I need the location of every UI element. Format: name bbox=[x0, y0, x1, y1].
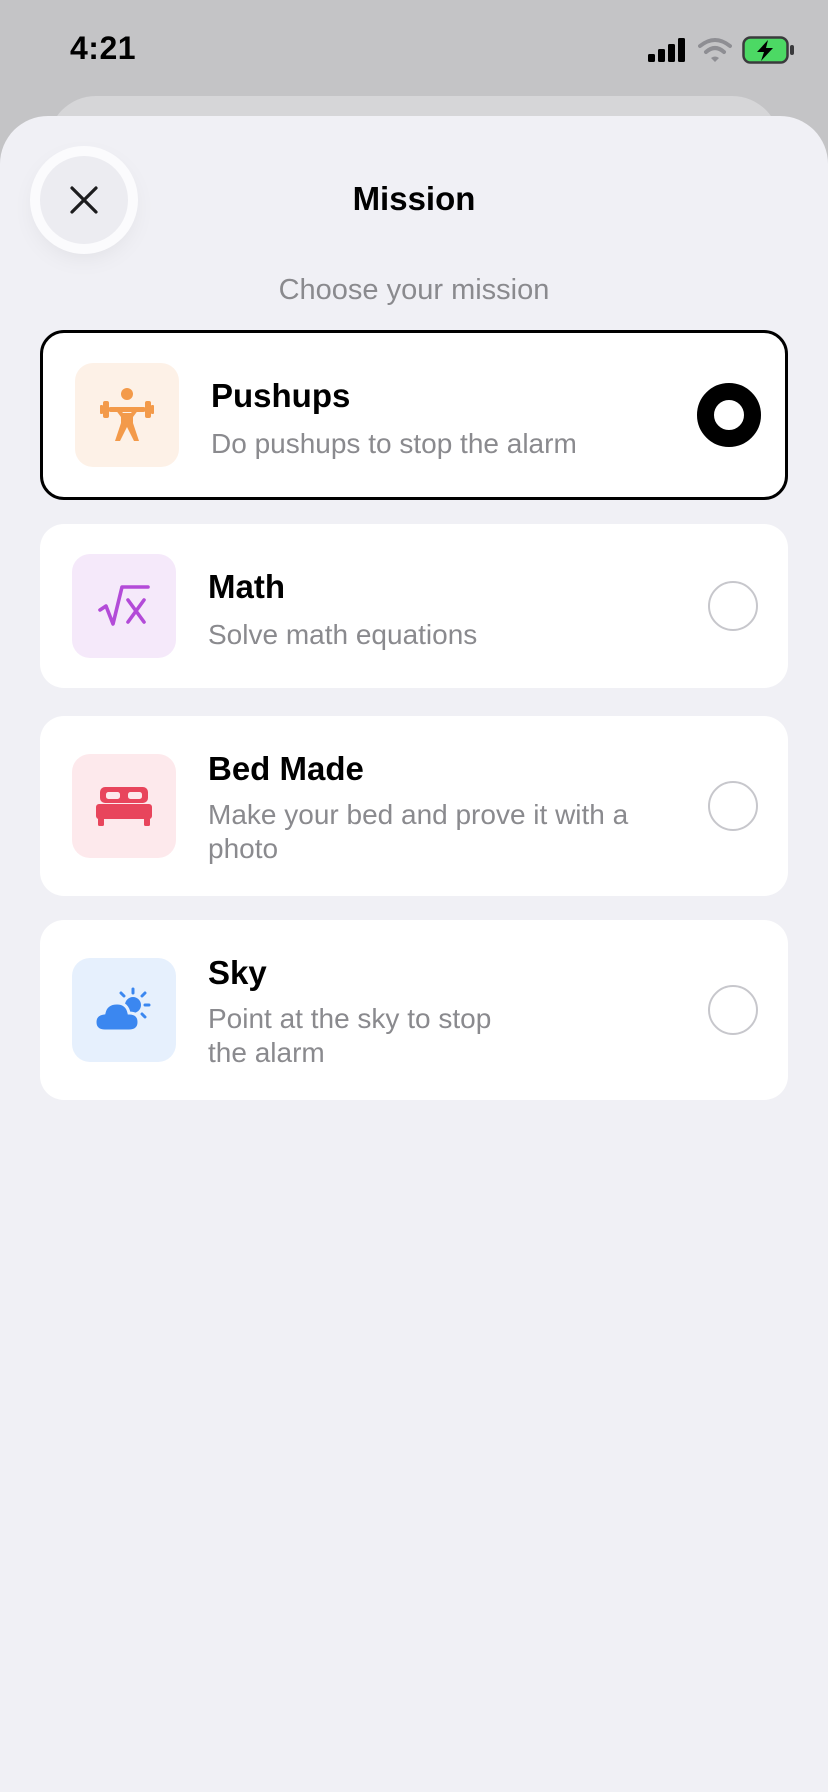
sky-icon-box bbox=[72, 958, 176, 1062]
bed-icon bbox=[96, 787, 152, 826]
square-root-icon bbox=[98, 585, 150, 626]
mission-sheet: Mission Choose your mission Pushups Do p… bbox=[0, 116, 828, 1792]
cellular-signal-icon bbox=[648, 38, 685, 62]
mission-option-sky[interactable]: Sky Point at the sky to stop the alarm bbox=[40, 920, 788, 1100]
battery-charging-icon bbox=[742, 36, 794, 64]
cloud-sun-icon bbox=[93, 987, 151, 1033]
page-title: Mission bbox=[352, 180, 476, 217]
radio-button-selected[interactable] bbox=[697, 383, 761, 447]
mission-description: Solve math equations bbox=[208, 619, 478, 650]
mission-title: Math bbox=[208, 568, 285, 605]
weightlifter-icon bbox=[100, 388, 154, 441]
mission-option-bed-made[interactable]: Bed Made Make your bed and prove it with… bbox=[40, 716, 788, 896]
radio-button[interactable] bbox=[708, 781, 758, 831]
mission-title: Bed Made bbox=[208, 750, 364, 787]
mission-option-math[interactable]: Math Solve math equations bbox=[40, 524, 788, 688]
mission-option-pushups[interactable]: Pushups Do pushups to stop the alarm bbox=[40, 330, 788, 500]
pushups-icon-box bbox=[75, 363, 179, 467]
mission-description: Make your bed and prove it with a photo bbox=[208, 799, 629, 864]
radio-button[interactable] bbox=[708, 581, 758, 631]
page-subtitle: Choose your mission bbox=[278, 274, 550, 306]
math-icon-box bbox=[72, 554, 176, 658]
mission-title: Sky bbox=[208, 954, 267, 991]
bed-icon-box bbox=[72, 754, 176, 858]
status-bar: 4:21 bbox=[0, 0, 828, 100]
status-icons bbox=[648, 34, 796, 66]
wifi-icon bbox=[698, 38, 732, 62]
mission-description: Point at the sky to stop the alarm bbox=[208, 1003, 492, 1068]
mission-title: Pushups bbox=[211, 377, 351, 414]
mission-description: Do pushups to stop the alarm bbox=[211, 428, 577, 459]
radio-button[interactable] bbox=[708, 985, 758, 1035]
status-time: 4:21 bbox=[70, 30, 137, 66]
